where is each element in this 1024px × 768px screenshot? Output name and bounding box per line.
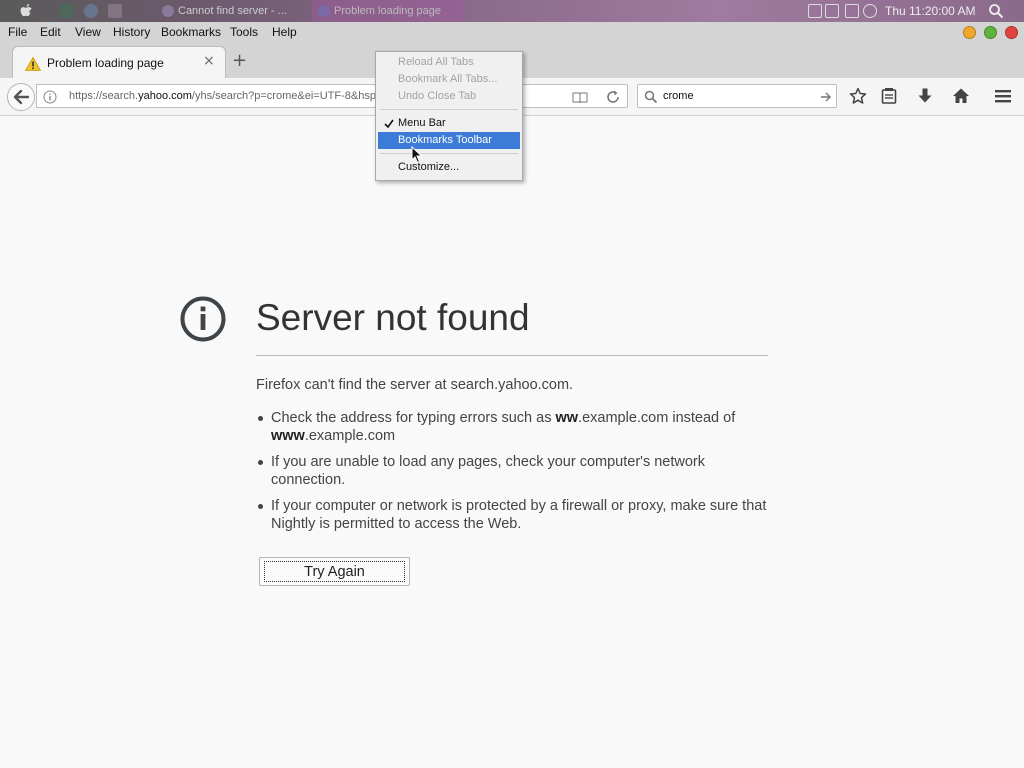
tray-icon-1[interactable] (808, 4, 822, 18)
app-icon (318, 5, 330, 17)
site-info-icon[interactable] (43, 89, 57, 104)
error-description: Firefox can't find the server at search.… (256, 377, 574, 393)
hamburger-menu-icon[interactable] (994, 87, 1012, 105)
menu-separator (380, 153, 518, 154)
downloads-icon[interactable] (916, 87, 934, 105)
menu-bookmarks[interactable]: Bookmarks (161, 25, 221, 39)
menu-file[interactable]: File (8, 25, 27, 39)
task-cannot-find-server[interactable]: Cannot find server - ... (156, 0, 304, 22)
info-icon (180, 296, 226, 342)
app-icon (162, 5, 174, 17)
suggestion-item: If your computer or network is protected… (256, 497, 776, 533)
menu-item-bookmarks-toolbar[interactable]: Bookmarks Toolbar (378, 132, 520, 149)
menu-item-menu-bar[interactable]: Menu Bar (378, 115, 520, 132)
menu-item-bookmark-all-tabs[interactable]: Bookmark All Tabs... (378, 71, 520, 88)
finder-icon[interactable] (60, 4, 74, 18)
suggestion-item: Check the address for typing errors such… (256, 409, 776, 445)
window-close-button[interactable] (1005, 26, 1018, 39)
bookmark-star-icon[interactable] (849, 87, 867, 105)
apple-menu-icon[interactable] (20, 3, 34, 19)
window-zoom-button[interactable] (984, 26, 997, 39)
menu-tools[interactable]: Tools (230, 25, 258, 39)
clock[interactable]: Thu 11:20:00 AM (885, 4, 976, 18)
tray-icon-4[interactable] (863, 4, 877, 18)
search-input[interactable]: crome (663, 90, 694, 102)
menu-separator (380, 109, 518, 110)
menu-bar: File Edit View History Bookmarks Tools H… (0, 22, 1024, 42)
suggestion-list: Check the address for typing errors such… (256, 409, 776, 541)
mouse-cursor-icon (411, 145, 423, 164)
back-button[interactable] (7, 83, 35, 111)
suggestion-item: If you are unable to load any pages, che… (256, 453, 776, 489)
task-label: Cannot find server - ... (178, 5, 287, 17)
tool-icon[interactable] (108, 4, 122, 18)
reader-view-icon[interactable] (572, 90, 588, 104)
menu-item-undo-close-tab[interactable]: Undo Close Tab (378, 88, 520, 105)
warning-icon (24, 56, 42, 71)
menu-item-reload-all-tabs[interactable]: Reload All Tabs (378, 54, 520, 71)
home-icon[interactable] (952, 87, 970, 105)
task-label: Problem loading page (334, 5, 442, 17)
menu-edit[interactable]: Edit (40, 25, 61, 39)
search-bar[interactable]: crome (637, 84, 837, 108)
tray-icon-2[interactable] (825, 4, 839, 18)
menu-history[interactable]: History (113, 25, 150, 39)
menu-view[interactable]: View (75, 25, 101, 39)
menu-item-customize[interactable]: Customize... (378, 159, 520, 176)
search-go-arrow-icon[interactable] (820, 89, 832, 103)
bookmarks-menu-icon[interactable] (880, 87, 898, 105)
tab-close-icon[interactable]: × (203, 53, 215, 69)
system-top-bar: Cannot find server - ... Problem loading… (0, 0, 1024, 22)
window-minimize-button[interactable] (963, 26, 976, 39)
tab-problem-loading-page[interactable]: Problem loading page × (12, 46, 226, 78)
tray-icon-3[interactable] (845, 4, 859, 18)
task-problem-loading[interactable]: Problem loading page (312, 0, 464, 22)
error-title: Server not found (256, 297, 530, 338)
reload-icon[interactable] (605, 89, 621, 105)
divider (256, 355, 768, 356)
try-again-button[interactable]: Try Again (259, 557, 410, 586)
url-bar[interactable]: https://search.yahoo.com/yhs/search?p=cr… (36, 84, 628, 108)
search-icon (644, 89, 658, 104)
globe-icon[interactable] (84, 4, 98, 18)
spotlight-search-icon[interactable] (988, 3, 1004, 19)
url-text: https://search.yahoo.com/yhs/search?p=cr… (69, 90, 383, 102)
error-page: Server not found Firefox can't find the … (0, 117, 1024, 768)
tab-title: Problem loading page (47, 56, 164, 70)
try-again-label: Try Again (264, 561, 405, 582)
toolbar-context-menu: Reload All Tabs Bookmark All Tabs... Und… (375, 51, 523, 181)
menu-help[interactable]: Help (272, 25, 297, 39)
new-tab-button[interactable]: + (232, 50, 247, 71)
